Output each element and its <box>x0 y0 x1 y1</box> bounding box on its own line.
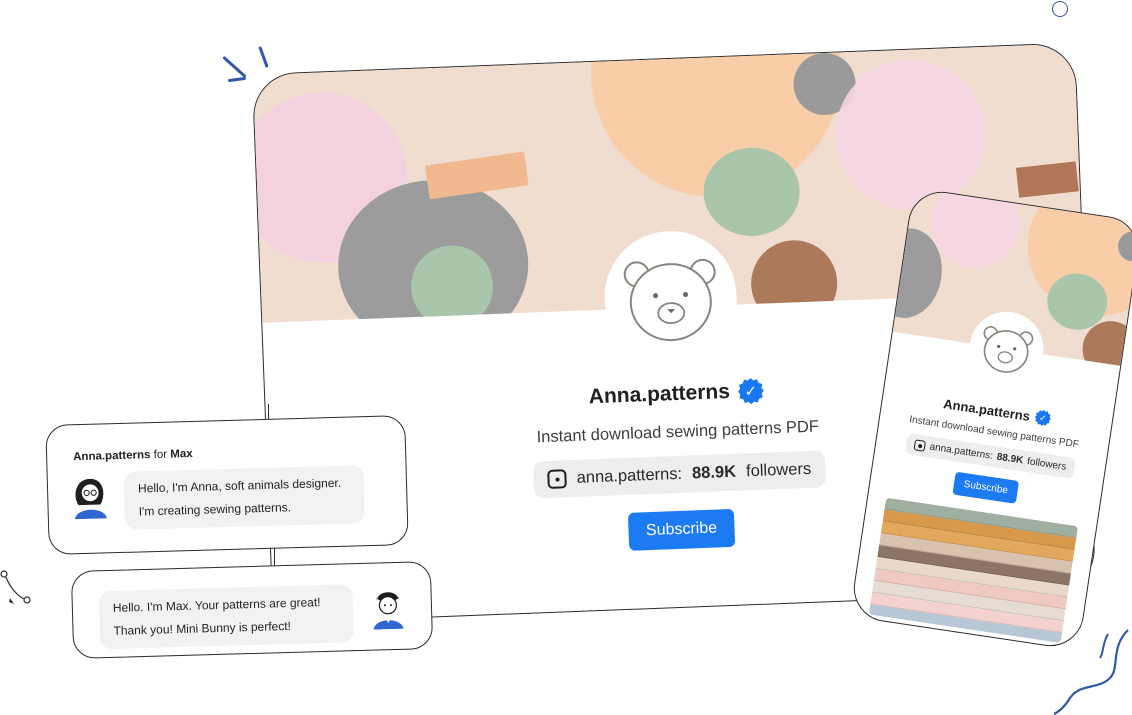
check-badge-icon: ✓ <box>737 378 764 405</box>
message-recipient: Max <box>170 447 193 461</box>
circle-doodle <box>1052 1 1068 17</box>
bear-face-icon <box>983 326 1034 373</box>
subscribe-button[interactable]: Subscribe <box>628 508 735 551</box>
instagram-handle: anna.patterns: <box>576 464 683 487</box>
incoming-message-line: I'm creating sewing patterns. <box>138 500 292 519</box>
incoming-message-bubble: Hello, I'm Anna, soft animals designer. … <box>123 465 366 530</box>
mobile-followers-count: 88.9K <box>995 451 1024 467</box>
check-badge-icon: ✓ <box>1034 409 1052 427</box>
message-header: Anna.patterns for Max <box>73 448 193 463</box>
instagram-followers-pill[interactable]: anna.patterns: 88.9K followers <box>533 450 826 499</box>
instagram-icon <box>913 439 927 452</box>
followers-count: 88.9K <box>691 462 737 483</box>
mobile-subscribe-button[interactable]: Subscribe <box>952 471 1020 504</box>
message-card-incoming: Anna.patterns for Max Hello, I'm Anna, s… <box>45 414 409 556</box>
mobile-profile-name: Anna.patterns <box>942 395 1032 424</box>
man-avatar-icon <box>373 592 404 630</box>
path-doodle <box>0 570 31 604</box>
fabric-stack-image <box>868 497 1079 644</box>
bear-face-icon <box>623 258 716 342</box>
outgoing-message-bubble: Hello. I'm Max. Your patterns are great!… <box>98 584 354 650</box>
spark-line-3 <box>227 76 247 83</box>
instagram-icon <box>547 469 568 489</box>
spark-line-2 <box>258 46 269 68</box>
message-card-outgoing: Hello. I'm Max. Your patterns are great!… <box>70 560 434 660</box>
followers-label: followers <box>745 459 812 481</box>
mobile-instagram-handle: anna.patterns: <box>928 441 994 462</box>
mobile-followers-label: followers <box>1026 456 1067 473</box>
outgoing-message-line: Thank you! Mini Bunny is perfect! <box>113 618 292 638</box>
mobile-profile-info: Anna.patterns ✓ Instant download sewing … <box>870 386 1112 516</box>
profile-avatar <box>602 228 740 366</box>
message-for: for <box>153 448 168 462</box>
spark-line-1 <box>222 55 247 79</box>
profile-name: Anna.patterns <box>588 379 731 409</box>
message-sender: Anna.patterns <box>72 449 151 464</box>
woman-avatar-icon <box>74 478 107 520</box>
